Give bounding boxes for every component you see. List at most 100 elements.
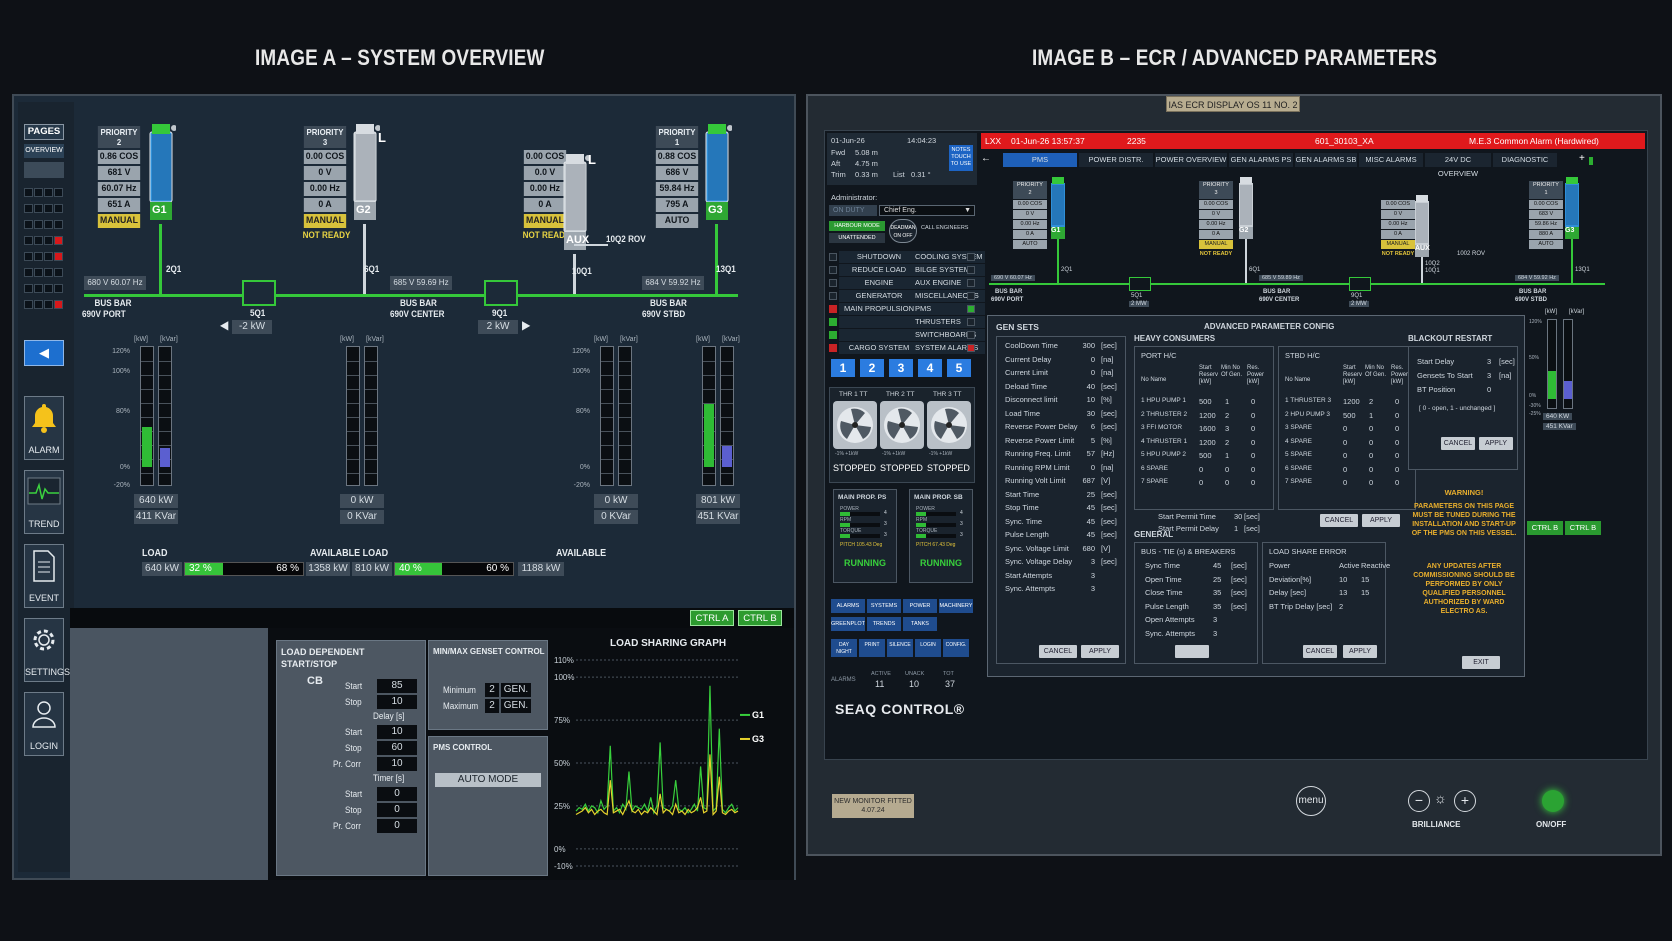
tab-power-overview[interactable]: POWER OVERVIEW	[1155, 153, 1227, 167]
hc-value[interactable]: 0	[1395, 465, 1399, 474]
page-grid-cell[interactable]	[44, 236, 53, 245]
page-grid-cell[interactable]	[24, 220, 33, 229]
lds-value-field[interactable]: 10	[377, 695, 417, 709]
param-value[interactable]: 25	[1073, 490, 1095, 499]
priority-box[interactable]: PRIORITY 3	[303, 126, 347, 148]
hc-value[interactable]: 0	[1251, 424, 1255, 433]
breaker-q6q1[interactable]: 6Q1	[364, 264, 379, 274]
system-button[interactable]: REDUCE LOAD BILGE SYSTEMS	[839, 264, 985, 276]
page-grid-cell[interactable]	[24, 284, 33, 293]
hc-value[interactable]: 0	[1343, 465, 1347, 474]
page-grid-cell[interactable]	[34, 220, 43, 229]
notes-button[interactable]: NOTES TOUCH TO USE	[949, 145, 973, 171]
trend-button[interactable]: TREND	[24, 470, 64, 534]
param-value[interactable]: 5	[1073, 436, 1095, 445]
lds-value-field[interactable]: 10	[377, 757, 417, 771]
system-button[interactable]: THRUSTERS	[839, 316, 985, 328]
blackout-field[interactable]: 3	[1487, 371, 1491, 380]
start-permit-value[interactable]: 1	[1234, 524, 1238, 533]
tab-misc-alarms[interactable]: MISC ALARMS	[1359, 153, 1423, 167]
lds-value-field[interactable]: 85	[377, 679, 417, 693]
min-value[interactable]: 2	[485, 683, 499, 697]
hc-value[interactable]: 500	[1343, 411, 1356, 420]
priority-box[interactable]: PRIORITY 1	[655, 126, 699, 148]
start-permit-value[interactable]: 30	[1234, 512, 1242, 521]
hc-value[interactable]: 0	[1343, 451, 1347, 460]
mini-generator-icon[interactable]: G1	[1049, 177, 1065, 239]
hc-value[interactable]: 0	[1369, 451, 1373, 460]
param-value[interactable]: 45	[1073, 517, 1095, 526]
blackout-apply-button[interactable]: APPLY	[1479, 437, 1513, 450]
generator-g3-icon[interactable]: G3	[704, 124, 733, 220]
lse-field[interactable]: 15	[1361, 575, 1369, 584]
hc-value[interactable]: 0	[1251, 411, 1255, 420]
hc-value[interactable]: 0	[1343, 424, 1347, 433]
gensets-apply-button[interactable]: APPLY	[1081, 645, 1119, 658]
page-grid-cell[interactable]	[34, 188, 43, 197]
plus-icon[interactable]: +	[1579, 153, 1585, 164]
page-grid-cell[interactable]	[54, 188, 63, 197]
nav-button[interactable]: TANKS	[903, 617, 937, 631]
tab-gen-alarms-sb[interactable]: GEN ALARMS SB	[1295, 153, 1357, 167]
hc-value[interactable]: 0	[1251, 465, 1255, 474]
page-grid-cell[interactable]	[34, 300, 43, 309]
page-button-4[interactable]: 4	[918, 359, 942, 377]
nav-button[interactable]: PRINT	[859, 639, 885, 657]
hc-value[interactable]: 0	[1369, 438, 1373, 447]
mini-generator-icon[interactable]: AUX	[1413, 195, 1430, 257]
param-value[interactable]: 45	[1073, 530, 1095, 539]
tab-24v-dc-overview[interactable]: 24V DC OVERVIEW	[1425, 153, 1491, 178]
hc-value[interactable]: 1600	[1199, 424, 1216, 433]
hc-value[interactable]: 1	[1225, 451, 1229, 460]
mini-bus-tie[interactable]	[1129, 277, 1151, 291]
back-arrow-button[interactable]: ◀	[24, 340, 64, 366]
system-button[interactable]: SHUTDOWN COOLING SYSTEM	[839, 251, 985, 263]
settings-button[interactable]: SETTINGS	[24, 618, 70, 682]
hc-value[interactable]: 500	[1199, 397, 1212, 406]
param-value[interactable]: 680	[1073, 544, 1095, 553]
hc-value[interactable]: 0	[1251, 451, 1255, 460]
hc-value[interactable]: 0	[1369, 424, 1373, 433]
param-value[interactable]: 687	[1073, 476, 1095, 485]
blackout-cancel-button[interactable]: CANCEL	[1441, 437, 1475, 450]
bus-cancel-button[interactable]	[1175, 645, 1209, 658]
lds-value-field[interactable]: 60	[377, 741, 417, 755]
nav-button[interactable]: SILENCE	[887, 639, 913, 657]
blackout-field[interactable]: 0	[1487, 385, 1491, 394]
lds-value-field[interactable]: 0	[377, 803, 417, 817]
page-grid-cell[interactable]	[44, 252, 53, 261]
auto-mode-button[interactable]: AUTO MODE	[435, 773, 541, 787]
page-grid-cell[interactable]	[44, 268, 53, 277]
generator-g2-icon[interactable]: G2	[352, 124, 381, 220]
hc-value[interactable]: 0	[1395, 478, 1399, 487]
bus-tie-field[interactable]: 25	[1213, 575, 1221, 584]
hc-value[interactable]: 0	[1343, 438, 1347, 447]
bus-tie-field[interactable]: 35	[1213, 588, 1221, 597]
tab-diagnostic[interactable]: DIAGNOSTIC	[1493, 153, 1557, 167]
param-value[interactable]: 57	[1073, 449, 1095, 458]
gen-mode[interactable]: MANUAL	[97, 214, 141, 228]
page-grid-cell[interactable]	[24, 188, 33, 197]
bus-tie-9q1[interactable]	[484, 280, 518, 306]
power-icon[interactable]	[1542, 790, 1564, 812]
breaker-q10q1[interactable]: 10Q1	[572, 266, 592, 276]
page-grid-cell[interactable]	[34, 204, 43, 213]
hc-value[interactable]: 2	[1369, 397, 1373, 406]
page-grid-cell[interactable]	[24, 300, 33, 309]
back-arrow-icon[interactable]: ←	[981, 153, 997, 167]
param-value[interactable]: 3	[1073, 571, 1095, 580]
bus-tie-field[interactable]: 35	[1213, 602, 1221, 611]
lse-cancel-button[interactable]: CANCEL	[1303, 645, 1337, 658]
hc-value[interactable]: 0	[1225, 478, 1229, 487]
hc-value[interactable]: 1	[1369, 411, 1373, 420]
hc-value[interactable]: 1200	[1199, 411, 1216, 420]
hc-value[interactable]: 1	[1225, 397, 1229, 406]
system-button[interactable]: CARGO SYSTEM SYSTEM ALARMS	[839, 342, 985, 354]
param-value[interactable]: 40	[1073, 382, 1095, 391]
page-button-5[interactable]: 5	[947, 359, 971, 377]
bus-tie-field[interactable]: 3	[1213, 629, 1217, 638]
hc-value[interactable]: 0	[1199, 465, 1203, 474]
page-grid-cell[interactable]	[24, 252, 33, 261]
page-slot[interactable]	[24, 162, 64, 178]
param-value[interactable]: 3	[1073, 584, 1095, 593]
